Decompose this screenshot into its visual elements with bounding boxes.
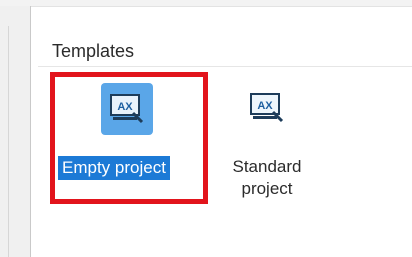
template-standard-project-label-line2: project — [241, 179, 293, 198]
ax-project-icon: AX — [245, 86, 289, 130]
left-pane-divider — [8, 26, 9, 257]
template-standard-project-label-line1: Standard — [232, 157, 302, 176]
left-pane — [0, 6, 31, 257]
svg-text:AX: AX — [257, 100, 273, 112]
templates-heading: Templates — [52, 41, 135, 61]
new-project-dialog: Templates AX Empty project AX Standard p… — [0, 0, 412, 257]
template-standard-project-label: Standard project — [222, 156, 312, 200]
dialog-top-strip — [0, 0, 412, 7]
template-standard-project[interactable]: AX Standard project — [222, 80, 312, 210]
annotation-highlight-box — [50, 72, 208, 204]
